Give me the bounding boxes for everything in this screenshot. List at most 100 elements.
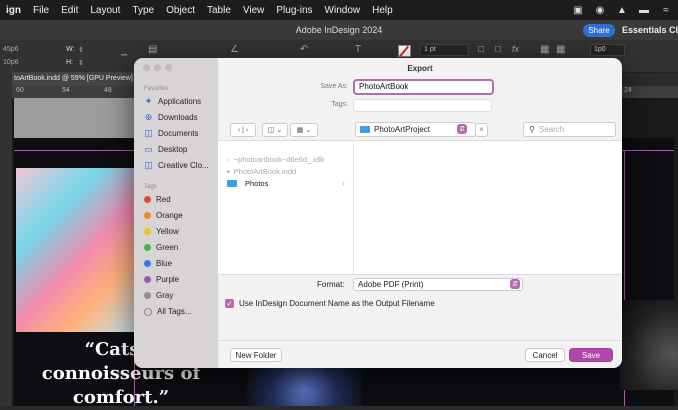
save-button[interactable]: Save	[569, 348, 613, 362]
downloads-icon: ⊕	[144, 112, 153, 122]
dialog-main: Export Save As: PhotoArtBook Tags: ‹ | ›…	[218, 58, 622, 368]
tag-all-tags[interactable]: All Tags...	[144, 307, 192, 316]
red-dot-icon	[144, 196, 151, 203]
menu-object[interactable]: Object	[160, 5, 201, 16]
y-value[interactable]: 10p6	[3, 59, 19, 66]
share-button[interactable]: Share	[583, 24, 615, 37]
sidebar-item-label: Desktop	[158, 145, 188, 154]
constrain-icon[interactable]: ∽	[120, 50, 128, 61]
status-app-icon[interactable]: ▣	[572, 5, 584, 16]
tags-header: Tags	[144, 184, 157, 190]
file-name: ~photoartbook~d6e6d_.idlk	[233, 155, 325, 164]
tag-blue[interactable]: Blue	[144, 259, 172, 268]
h-stepper-icon[interactable]: ⇕	[78, 59, 84, 67]
tag-orange[interactable]: Orange	[144, 211, 183, 220]
wifi-icon[interactable]: ≈	[660, 5, 672, 16]
tag-yellow[interactable]: Yellow	[144, 227, 179, 236]
cats-artwork-image[interactable]	[16, 168, 134, 332]
file-browser: ▫ ~photoartbook~d6e6d_.idlk ▪ PhotoArtBook…	[218, 140, 622, 275]
undo-icon[interactable]: ↶	[300, 44, 308, 55]
minimize-window-icon[interactable]	[154, 64, 161, 71]
format-chevron-icon[interactable]: ⇵	[510, 279, 520, 289]
status-icon-2[interactable]: ▲	[616, 5, 628, 16]
status-icon[interactable]: ◉	[594, 5, 606, 16]
sidebar-item-applications[interactable]: ✦ Applications	[144, 96, 201, 107]
tag-gray[interactable]: Gray	[144, 291, 173, 300]
right-artwork-image[interactable]	[620, 300, 678, 390]
folder-icon	[227, 180, 237, 187]
stroke-swatch-icon[interactable]	[398, 45, 411, 58]
tags-input[interactable]	[353, 99, 492, 112]
expand-collapse-button[interactable]: ˄	[475, 123, 488, 137]
search-icon: ⚲	[529, 125, 535, 134]
sidebar-item-label: Downloads	[158, 113, 198, 122]
w-stepper-icon[interactable]: ⇕	[78, 46, 84, 54]
cancel-button[interactable]: Cancel	[525, 348, 565, 362]
file-item-indd[interactable]: ▪ PhotoArtBook.indd	[227, 167, 296, 176]
close-window-icon[interactable]	[143, 64, 150, 71]
forward-icon[interactable]: ›	[246, 127, 248, 134]
zoom-window-icon[interactable]	[165, 64, 172, 71]
file-icon: ▫	[227, 155, 230, 164]
frame-icon[interactable]: □	[478, 44, 484, 55]
back-forward-buttons[interactable]: ‹ | ›	[230, 123, 256, 137]
save-as-input[interactable]: PhotoArtBook	[353, 79, 494, 95]
ruler-label: 60	[16, 87, 24, 94]
scale-icon[interactable]: ▤	[148, 44, 157, 55]
cat-photo-image[interactable]	[247, 365, 362, 406]
search-input[interactable]: ⚲ Search	[523, 122, 616, 137]
tag-label: Blue	[156, 259, 173, 268]
view-grid-button[interactable]: ▦ ⌄	[290, 123, 318, 137]
menu-view[interactable]: View	[237, 5, 271, 16]
menu-bar: ign File Edit Layout Type Object Table V…	[0, 0, 678, 20]
tag-purple[interactable]: Purple	[144, 275, 179, 284]
rotate-icon[interactable]: ∠	[230, 44, 239, 55]
menu-app[interactable]: ign	[0, 5, 27, 16]
stroke-weight-field[interactable]: 1 pt	[420, 44, 469, 56]
sidebar-item-downloads[interactable]: ⊕ Downloads	[144, 112, 198, 123]
view-columns-button[interactable]: ◫ ⌄	[262, 123, 288, 137]
h-label: H:	[66, 59, 73, 66]
tag-red[interactable]: Red	[144, 195, 171, 204]
sidebar-item-documents[interactable]: ◫ Documents	[144, 128, 198, 139]
export-dialog: Favorites ✦ Applications ⊕ Downloads ◫ Docu…	[134, 58, 622, 368]
menu-type[interactable]: Type	[126, 5, 160, 16]
orange-dot-icon	[144, 212, 151, 219]
menu-plugins[interactable]: Plug-ins	[270, 5, 318, 16]
document-tab[interactable]: toArtBook.indd @ 59% [GPU Preview]	[12, 72, 139, 86]
menu-layout[interactable]: Layout	[84, 5, 126, 16]
app-title: Adobe InDesign 2024	[295, 25, 383, 35]
desktop-icon: ▭	[144, 144, 153, 154]
sidebar-item-desktop[interactable]: ▭ Desktop	[144, 144, 187, 155]
format-select[interactable]: Adobe PDF (Print)	[353, 278, 523, 291]
chevron-up-icon: ˄	[479, 126, 484, 134]
workspace-switcher[interactable]: Essentials Cl	[622, 25, 678, 35]
dialog-title: Export	[407, 64, 433, 73]
tag-green[interactable]: Green	[144, 243, 178, 252]
align-icon[interactable]: ▦	[540, 44, 549, 55]
menu-table[interactable]: Table	[201, 5, 237, 16]
applications-icon: ✦	[144, 96, 153, 106]
frame-icon-2[interactable]: □	[495, 44, 501, 55]
menu-file[interactable]: File	[27, 5, 55, 16]
file-item-lock[interactable]: ▫ ~photoartbook~d6e6d_.idlk	[227, 155, 325, 164]
battery-icon[interactable]: ▬	[638, 5, 650, 16]
location-chevron-icon[interactable]: ⇵	[457, 124, 467, 134]
menu-edit[interactable]: Edit	[55, 5, 84, 16]
gap-field[interactable]: 1p0	[590, 44, 625, 56]
back-icon[interactable]: ‹	[238, 127, 240, 134]
text-icon[interactable]: T	[355, 44, 361, 55]
effects-icon[interactable]: fx	[512, 44, 519, 54]
checkmark-icon[interactable]: ✓	[225, 299, 234, 308]
file-item-photos[interactable]: Photos	[227, 179, 268, 188]
menu-help[interactable]: Help	[366, 5, 399, 16]
align-icon-2[interactable]: ▦	[556, 44, 565, 55]
menu-window[interactable]: Window	[319, 5, 367, 16]
green-dot-icon	[144, 244, 151, 251]
output-filename-option[interactable]: ✓ Use InDesign Document Name as the Outp…	[225, 299, 435, 308]
sidebar-item-creative-cloud[interactable]: ◫ Creative Clo...	[144, 160, 208, 171]
ruler-label: 54	[62, 87, 70, 94]
new-folder-button[interactable]: New Folder	[230, 348, 282, 362]
x-value[interactable]: 45p6	[3, 46, 19, 53]
ruler-label: 48	[104, 87, 112, 94]
